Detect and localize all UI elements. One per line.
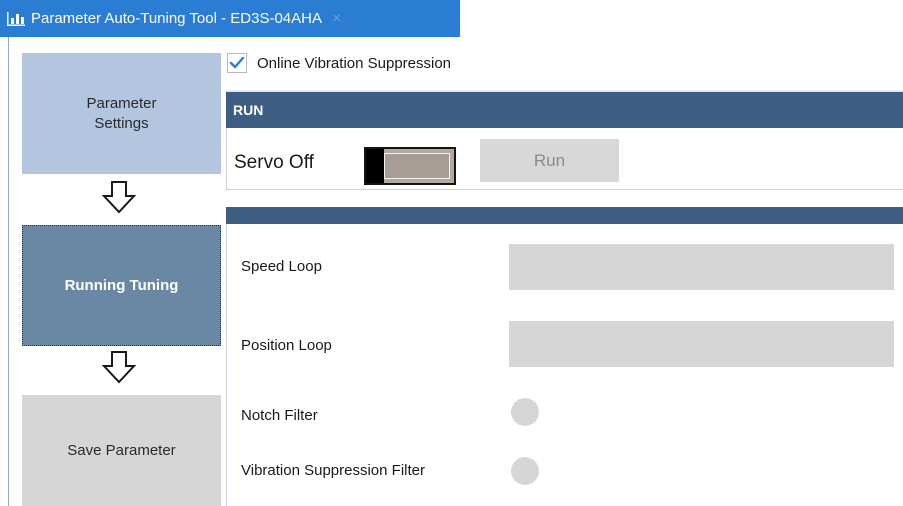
step-parameter-settings[interactable]: Parameter Settings [22, 53, 221, 174]
step-parameter-settings-label: Parameter Settings [86, 94, 157, 132]
run-button[interactable]: Run [480, 139, 619, 182]
speed-loop-label: Speed Loop [241, 258, 322, 275]
step-running-tuning-label: Running Tuning [64, 276, 179, 294]
position-loop-field [509, 321, 894, 367]
run-section-header: RUN [226, 90, 903, 128]
servo-toggle-track [384, 153, 450, 179]
down-arrow-icon [102, 351, 136, 384]
servo-status-label: Servo Off [234, 152, 314, 173]
run-section: Servo Off Run [226, 128, 903, 190]
window-tab[interactable]: Parameter Auto-Tuning Tool - ED3S-04AHA … [0, 0, 460, 37]
step-save-parameter-label: Save Parameter [67, 441, 176, 459]
check-icon [229, 56, 245, 69]
online-vibration-suppression-checkbox[interactable] [227, 53, 247, 73]
position-loop-label: Position Loop [241, 337, 332, 354]
close-icon[interactable]: × [332, 10, 341, 28]
step-running-tuning[interactable]: Running Tuning [22, 225, 221, 346]
run-section-title: RUN [233, 102, 264, 118]
servo-toggle-knob [366, 149, 384, 183]
notch-filter-indicator [511, 398, 539, 426]
online-vibration-suppression-row[interactable]: Online Vibration Suppression [227, 50, 451, 76]
step-save-parameter[interactable]: Save Parameter [22, 395, 221, 506]
bar-chart-icon [7, 11, 25, 26]
online-vibration-suppression-label: Online Vibration Suppression [257, 54, 452, 72]
vibration-suppression-filter-label: Vibration Suppression Filter [241, 462, 425, 479]
window-frame-left [8, 37, 9, 506]
tuning-section-header [226, 207, 903, 224]
notch-filter-label: Notch Filter [241, 407, 318, 424]
window-title: Parameter Auto-Tuning Tool - ED3S-04AHA [31, 10, 322, 27]
servo-toggle[interactable] [364, 147, 456, 185]
speed-loop-field [509, 244, 894, 290]
vibration-suppression-filter-indicator [511, 457, 539, 485]
down-arrow-icon [102, 181, 136, 214]
tuning-section: Speed Loop Position Loop Notch Filter Vi… [226, 224, 903, 506]
